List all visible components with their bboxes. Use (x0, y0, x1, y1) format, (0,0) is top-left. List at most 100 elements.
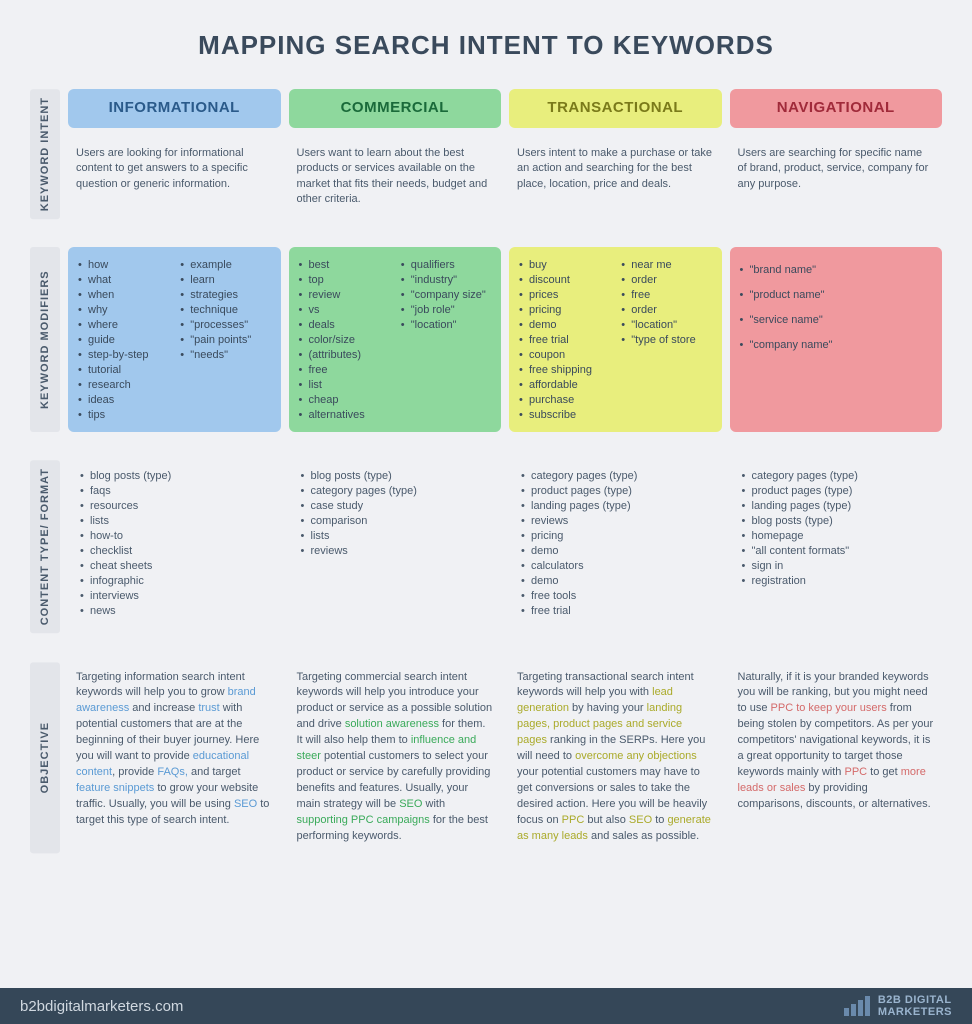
list-item: product pages (type) (738, 483, 935, 498)
list-item: prices (517, 287, 611, 302)
list-item: strategies (178, 287, 272, 302)
footer-url: b2bdigitalmarketers.com (20, 998, 183, 1015)
list-item: purchase (517, 392, 611, 407)
list-item: sign in (738, 558, 935, 573)
list-item: "all content formats" (738, 543, 935, 558)
list-item: subscribe (517, 407, 611, 422)
bars-icon (844, 996, 870, 1016)
list-item: how-to (76, 528, 273, 543)
list-item: "brand name" (738, 257, 935, 282)
fmt-navigational: category pages (type)product pages (type… (730, 460, 943, 633)
desc-transactional: Users intent to make a purchase or take … (509, 136, 722, 219)
list-item: comparison (297, 513, 494, 528)
list-item: when (76, 287, 170, 302)
obj-commercial: Targeting commercial search intent keywo… (289, 662, 502, 853)
mods-informational: howwhatwhenwhywhereguidestep-by-steptuto… (68, 247, 281, 432)
list-item: free trial (517, 332, 611, 347)
list-item: research (76, 377, 170, 392)
list-item: calculators (517, 558, 714, 573)
obj-informational: Targeting information search intent keyw… (68, 662, 281, 853)
list-item: lists (297, 528, 494, 543)
desc-commercial: Users want to learn about the best produ… (289, 136, 502, 219)
list-item: list (297, 377, 391, 392)
header-commercial: COMMERCIAL (289, 89, 502, 128)
list-item: "type of store (619, 332, 713, 347)
mods-navigational: "brand name""product name""service name"… (730, 247, 943, 432)
list-item: alternatives (297, 407, 391, 422)
footer: b2bdigitalmarketers.com B2B DIGITAL MARK… (0, 988, 972, 1024)
list-item: checklist (76, 543, 273, 558)
list-item: cheat sheets (76, 558, 273, 573)
list-item: registration (738, 573, 935, 588)
list-item: "product name" (738, 282, 935, 307)
list-item: vs (297, 302, 391, 317)
list-item: category pages (type) (297, 483, 494, 498)
list-item: news (76, 603, 273, 618)
list-item: "company size" (399, 287, 493, 302)
fmt-transactional: category pages (type)product pages (type… (509, 460, 722, 633)
list-item: pricing (517, 302, 611, 317)
list-item: review (297, 287, 391, 302)
list-item: what (76, 272, 170, 287)
list-item: resources (76, 498, 273, 513)
list-item: order (619, 302, 713, 317)
list-item: landing pages (type) (517, 498, 714, 513)
list-item: qualifiers (399, 257, 493, 272)
fmt-commercial: blog posts (type)category pages (type)ca… (289, 460, 502, 633)
list-item: demo (517, 317, 611, 332)
list-item: blog posts (type) (76, 468, 273, 483)
list-item: step-by-step (76, 347, 170, 362)
list-item: cheap (297, 392, 391, 407)
rowlabel-format: CONTENT TYPE/ FORMAT (30, 460, 60, 633)
fmt-informational: blog posts (type)faqsresourceslistshow-t… (68, 460, 281, 633)
list-item: reviews (297, 543, 494, 558)
header-transactional: TRANSACTIONAL (509, 89, 722, 128)
list-item: example (178, 257, 272, 272)
mods-commercial: besttopreviewvsdealscolor/size(attribute… (289, 247, 502, 432)
desc-informational: Users are looking for informational cont… (68, 136, 281, 219)
list-item: free shipping (517, 362, 611, 377)
list-item: "location" (619, 317, 713, 332)
list-item: category pages (type) (517, 468, 714, 483)
list-item: reviews (517, 513, 714, 528)
obj-navigational: Naturally, if it is your branded keyword… (730, 662, 943, 853)
rowlabel-modifiers: KEYWORD MODIFIERS (30, 247, 60, 432)
list-item: free (619, 287, 713, 302)
list-item: coupon (517, 347, 611, 362)
list-item: discount (517, 272, 611, 287)
intent-grid: KEYWORD INTENT INFORMATIONAL COMMERCIAL … (30, 89, 942, 853)
list-item: free (297, 362, 391, 377)
obj-transactional: Targeting transactional search intent ke… (509, 662, 722, 853)
list-item: "job role" (399, 302, 493, 317)
list-item: learn (178, 272, 272, 287)
list-item: color/size (297, 332, 391, 347)
list-item: near me (619, 257, 713, 272)
list-item: blog posts (type) (297, 468, 494, 483)
list-item: "processes" (178, 317, 272, 332)
mods-transactional: buydiscountpricespricingdemofree trialco… (509, 247, 722, 432)
list-item: faqs (76, 483, 273, 498)
list-item: lists (76, 513, 273, 528)
list-item: "pain points" (178, 332, 272, 347)
list-item: order (619, 272, 713, 287)
list-item: buy (517, 257, 611, 272)
list-item: best (297, 257, 391, 272)
list-item: demo (517, 573, 714, 588)
list-item: tips (76, 407, 170, 422)
list-item: interviews (76, 588, 273, 603)
list-item: how (76, 257, 170, 272)
header-informational: INFORMATIONAL (68, 89, 281, 128)
list-item: demo (517, 543, 714, 558)
list-item: where (76, 317, 170, 332)
header-navigational: NAVIGATIONAL (730, 89, 943, 128)
list-item: deals (297, 317, 391, 332)
rowlabel-intent: KEYWORD INTENT (30, 89, 60, 219)
list-item: top (297, 272, 391, 287)
list-item: tutorial (76, 362, 170, 377)
list-item: ideas (76, 392, 170, 407)
list-item: category pages (type) (738, 468, 935, 483)
list-item: "industry" (399, 272, 493, 287)
list-item: technique (178, 302, 272, 317)
page-title: MAPPING SEARCH INTENT TO KEYWORDS (30, 30, 942, 61)
list-item: affordable (517, 377, 611, 392)
